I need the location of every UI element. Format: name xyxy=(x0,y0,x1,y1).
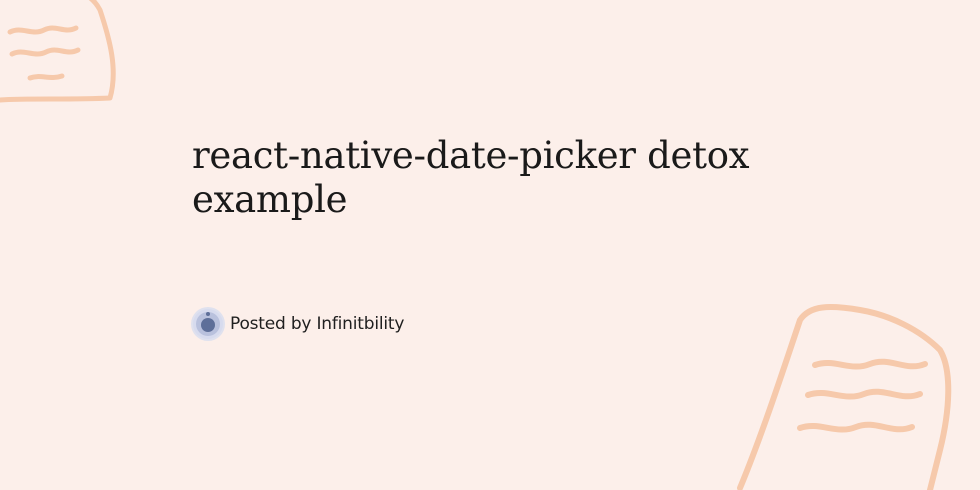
scribble-decoration-top-icon xyxy=(0,0,116,103)
author-byline-text: Posted by Infinitbility xyxy=(230,314,405,334)
post-title: react-native-date-picker detox example xyxy=(192,134,750,221)
scribble-decoration-bottom-icon xyxy=(737,304,952,490)
author-byline: Posted by Infinitbility xyxy=(191,306,404,342)
author-avatar-icon xyxy=(191,307,225,341)
